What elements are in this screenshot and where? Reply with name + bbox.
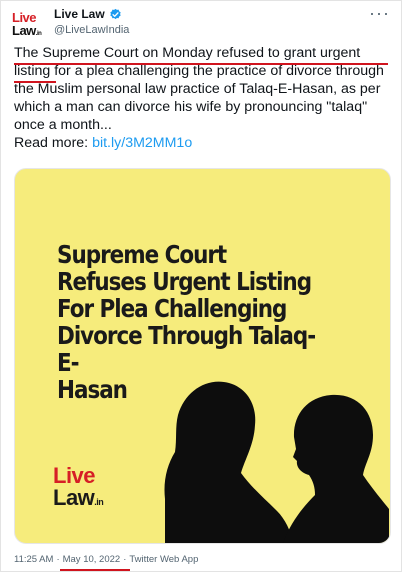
highlight-underline-line2 — [14, 81, 56, 83]
tweet-metadata: 11:25 AM · May 10, 2022 · Twitter Web App — [14, 554, 198, 565]
avatar[interactable]: Live Law.in — [12, 6, 48, 42]
avatar-logo-line2: Law.in — [12, 23, 42, 38]
tweet-media-image[interactable]: Supreme Court Refuses Urgent Listing For… — [14, 168, 391, 544]
media-headline: Supreme Court Refuses Urgent Listing For… — [57, 240, 316, 404]
author-info: Live Law @LiveLawIndia — [54, 7, 129, 36]
tweet-text: The Supreme Court on Monday refused to g… — [14, 44, 394, 152]
tweet-link[interactable]: bit.ly/3M2MM1o — [92, 135, 192, 151]
highlight-underline-line1 — [14, 63, 388, 65]
author-name[interactable]: Live Law — [54, 7, 105, 21]
author-handle[interactable]: @LiveLawIndia — [54, 24, 129, 36]
tweet-header: Live Law.in Live Law @LiveLawIndia ··· — [12, 4, 390, 44]
verified-badge-icon — [110, 8, 121, 19]
tweet-body: The Supreme Court on Monday refused to g… — [14, 45, 384, 133]
read-more-label: Read more: — [14, 135, 89, 151]
media-brand-line2: Law.in — [53, 485, 104, 510]
author-name-row: Live Law — [54, 7, 129, 21]
tweet-date[interactable]: May 10, 2022 — [63, 554, 121, 565]
tweet-time[interactable]: 11:25 AM — [14, 554, 53, 565]
media-brand-line1: Live — [53, 463, 96, 488]
media-brand-logo: Live Law.in — [53, 463, 104, 510]
more-options-icon[interactable]: ··· — [369, 4, 390, 22]
date-highlight-underline — [60, 569, 130, 571]
tweet-source[interactable]: Twitter Web App — [129, 554, 198, 565]
meta-separator: · — [56, 554, 60, 565]
read-more-line: Read more: bit.ly/3M2MM1o — [14, 134, 394, 152]
meta-separator: · — [123, 554, 127, 565]
